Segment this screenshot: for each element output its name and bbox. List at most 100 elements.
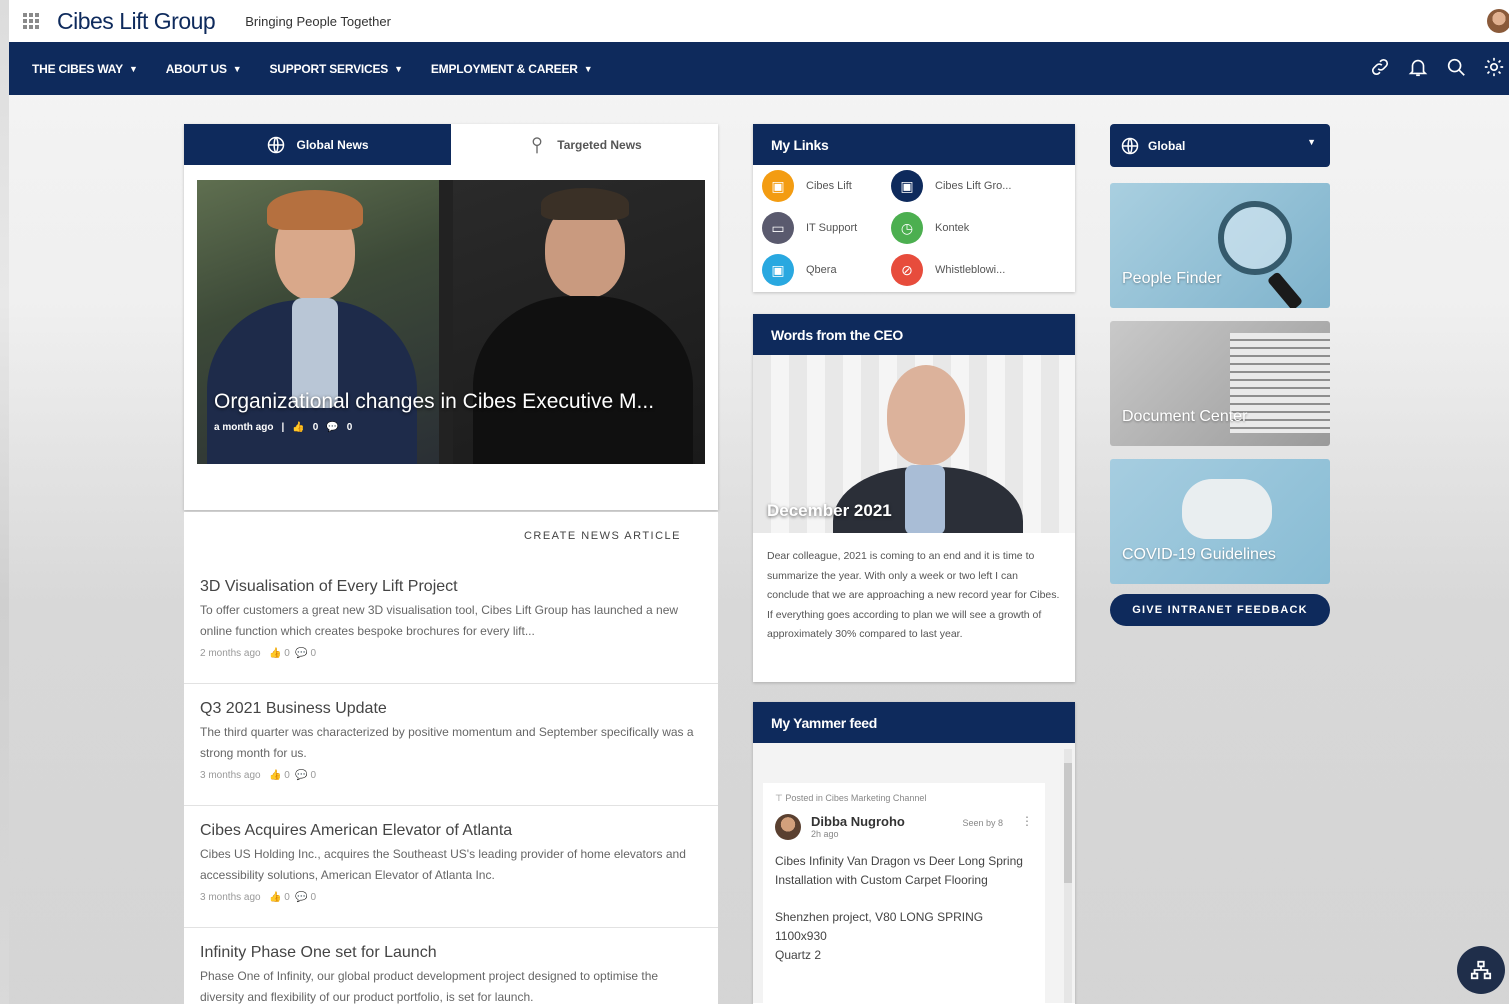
comment-icon[interactable]: 💬 [295, 892, 307, 903]
user-avatar[interactable] [1487, 9, 1509, 33]
like-count: 0 [284, 770, 290, 781]
my-links-title: My Links [753, 124, 1075, 165]
seen-by[interactable]: Seen by 8 [962, 818, 1003, 828]
main-navigation: THE CIBES WAY ▼ ABOUT US ▼ SUPPORT SERVICE… [9, 42, 1509, 95]
list-item[interactable]: Q3 2021 Business Update The third quarte… [184, 686, 718, 806]
news-item-time: 3 months ago [200, 892, 261, 903]
ceo-message: Dear colleague, 2021 is coming to an end… [767, 550, 1060, 640]
post-text: Cibes Infinity Van Dragon vs Deer Long S… [775, 854, 1023, 887]
like-icon[interactable]: 👍 [269, 892, 281, 903]
posted-in-text: Posted in Cibes Marketing Channel [785, 793, 927, 803]
region-dropdown[interactable]: Global ▼ [1110, 124, 1330, 167]
magnifier-icon [1218, 201, 1292, 275]
scrollbar[interactable] [1064, 749, 1072, 1003]
ceo-photo[interactable]: December 2021 [753, 355, 1075, 533]
caret-down-icon: ▼ [394, 63, 403, 74]
link-qbera[interactable]: ▣ Qbera [762, 254, 837, 286]
like-icon[interactable]: 👍 [292, 422, 304, 433]
search-icon[interactable] [1445, 56, 1467, 78]
link-cibes-lift-group[interactable]: ▣ Cibes Lift Gro... [891, 170, 1011, 202]
yammer-feed[interactable]: ⊤ Posted in Cibes Marketing Channel Dibb… [753, 743, 1075, 1003]
news-list: CREATE NEWS ARTICLE 3D Visualisation of … [184, 512, 718, 1004]
nav-item-label: ABOUT US [165, 61, 227, 76]
hero-meta: a month ago | 👍 0 💬 0 [214, 422, 352, 433]
nav-item-cibes-way[interactable]: THE CIBES WAY ▼ [32, 62, 138, 76]
like-count: 0 [284, 892, 290, 903]
tile-label: People Finder [1122, 270, 1222, 287]
link-cibes-lift[interactable]: ▣ Cibes Lift [762, 170, 852, 202]
tile-people-finder[interactable]: People Finder [1110, 183, 1330, 308]
tile-document-center[interactable]: Document Center [1110, 321, 1330, 446]
comment-icon[interactable]: 💬 [326, 422, 338, 433]
yammer-title: My Yammer feed [753, 702, 1075, 743]
news-item-title[interactable]: Cibes Acquires American Elevator of Atla… [200, 822, 702, 840]
list-item[interactable]: 3D Visualisation of Every Lift Project T… [184, 564, 718, 684]
caret-down-icon: ▼ [1307, 137, 1316, 147]
list-item[interactable]: Cibes Acquires American Elevator of Atla… [184, 808, 718, 928]
tab-label: Targeted News [557, 137, 642, 152]
news-item-time: 2 months ago [200, 648, 261, 659]
news-item-title[interactable]: Q3 2021 Business Update [200, 700, 702, 718]
create-news-article-button[interactable]: CREATE NEWS ARTICLE [524, 530, 681, 542]
link-icon: ⊘ [891, 254, 923, 286]
news-item-description: Phase One of Infinity, our global produc… [200, 969, 659, 1004]
news-item-time: 3 months ago [200, 770, 261, 781]
link-label: Whistleblowi... [935, 264, 1006, 276]
tab-global-news[interactable]: Global News [184, 124, 451, 165]
like-count: 0 [312, 422, 319, 433]
site-logo[interactable]: Cibes Lift Group [57, 8, 216, 35]
hero-photo-right [453, 180, 705, 464]
channel-icon: ⊤ [775, 793, 783, 803]
site-tagline: Bringing People Together [245, 13, 391, 29]
nav-item-label: SUPPORT SERVICES [269, 61, 389, 76]
nav-item-employment-career[interactable]: EMPLOYMENT & CAREER ▼ [431, 62, 593, 76]
hero-title[interactable]: Organizational changes in Cibes Executiv… [214, 390, 654, 414]
nav-item-support-services[interactable]: SUPPORT SERVICES ▼ [269, 61, 404, 76]
more-options-icon[interactable]: ⋮ [1021, 814, 1033, 828]
gear-icon[interactable] [1483, 56, 1505, 78]
link-it-support[interactable]: ▭ IT Support [762, 212, 857, 244]
link-icon[interactable] [1369, 56, 1391, 78]
like-icon[interactable]: 👍 [269, 648, 281, 659]
news-item-title[interactable]: Infinity Phase One set for Launch [200, 944, 702, 962]
nav-item-about-us[interactable]: ABOUT US ▼ [166, 62, 242, 76]
tile-covid-guidelines[interactable]: COVID-19 Guidelines [1110, 459, 1330, 584]
globe-icon [1121, 137, 1139, 154]
like-icon[interactable]: 👍 [269, 770, 281, 781]
news-item-meta: 3 months ago 👍 0 💬 0 [200, 892, 702, 903]
comment-count: 0 [310, 892, 317, 903]
calendar-icon: ▣ [762, 170, 794, 202]
nav-item-label: EMPLOYMENT & CAREER [430, 61, 578, 76]
news-tabs: Global News Targeted News [184, 124, 718, 165]
sitemap-button[interactable] [1457, 946, 1505, 994]
globe-icon [268, 136, 285, 153]
news-item-title[interactable]: 3D Visualisation of Every Lift Project [200, 578, 702, 596]
link-label: IT Support [806, 222, 858, 234]
give-feedback-button[interactable]: GIVE INTRANET FEEDBACK [1110, 594, 1330, 626]
hero-article[interactable]: Organizational changes in Cibes Executiv… [197, 180, 705, 464]
yammer-post[interactable]: ⊤ Posted in Cibes Marketing Channel Dibb… [763, 783, 1045, 1003]
author-avatar[interactable] [775, 814, 801, 840]
author-name[interactable]: Dibba Nugroho [811, 814, 952, 829]
comment-icon[interactable]: 💬 [295, 770, 307, 781]
top-bar: Cibes Lift Group Bringing People Togethe… [9, 0, 1509, 42]
like-count: 0 [284, 648, 290, 659]
comment-count: 0 [310, 648, 317, 659]
links-grid: ▣ Cibes Lift ▣ Cibes Lift Gro... ▭ IT Su… [753, 165, 1075, 292]
comment-count: 0 [346, 422, 353, 433]
ceo-card-title: Words from the CEO [753, 314, 1075, 355]
link-whistleblowing[interactable]: ⊘ Whistleblowi... [891, 254, 1005, 286]
app-launcher-icon[interactable] [23, 13, 39, 29]
comment-icon[interactable]: 💬 [295, 648, 307, 659]
my-links-card: My Links ▣ Cibes Lift ▣ Cibes Lift Gro..… [753, 124, 1075, 292]
news-item-description: The third quarter was characterized by p… [200, 725, 694, 760]
clock-icon: ◷ [891, 212, 923, 244]
link-label: Kontek [935, 222, 970, 234]
list-item[interactable]: Infinity Phase One set for Launch Phase … [184, 930, 718, 1004]
caret-down-icon: ▼ [128, 63, 138, 74]
tab-targeted-news[interactable]: Targeted News [451, 124, 718, 165]
map-pin-icon [532, 136, 542, 153]
link-kontek[interactable]: ◷ Kontek [891, 212, 969, 244]
dropdown-selected: Global [1148, 138, 1186, 153]
bell-icon[interactable] [1407, 56, 1429, 78]
